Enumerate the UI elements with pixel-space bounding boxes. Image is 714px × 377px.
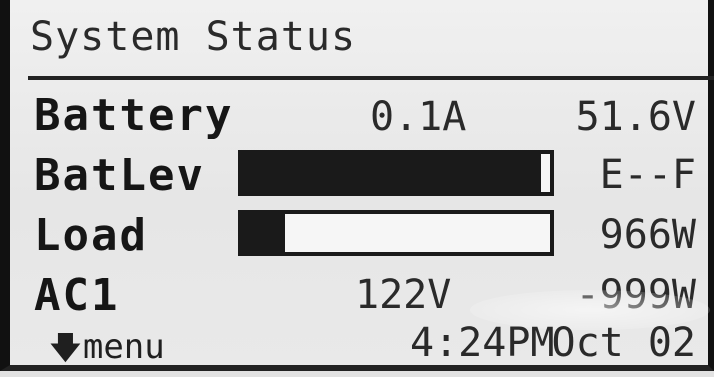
load-bar — [238, 210, 554, 256]
ac1-label: AC1 — [34, 270, 120, 321]
menu-label: menu — [82, 327, 165, 367]
battery-current: 0.1A — [370, 94, 467, 140]
load-label: Load — [34, 210, 148, 261]
load-fill — [242, 214, 286, 252]
battery-label: Battery — [34, 90, 234, 141]
menu-button[interactable]: 🡇menu — [50, 326, 165, 377]
page-title: System Status — [30, 14, 357, 60]
ac1-power: -999W — [575, 272, 696, 318]
down-arrow-icon: 🡇 — [50, 331, 81, 366]
clock-date: Oct 02 — [551, 320, 697, 366]
lcd-screen: System Status Battery 0.1A 51.6V BatLev … — [0, 0, 714, 371]
battery-voltage: 51.6V — [575, 94, 696, 140]
battery-level-scale: E--F — [599, 152, 696, 198]
batlev-label: BatLev — [34, 150, 205, 201]
ac1-voltage: 122V — [355, 272, 452, 318]
load-power: 966W — [599, 212, 696, 258]
clock-time: 4:24PM — [410, 320, 555, 366]
battery-level-bar — [238, 150, 554, 196]
title-divider — [28, 76, 714, 80]
battery-level-fill — [242, 154, 541, 192]
